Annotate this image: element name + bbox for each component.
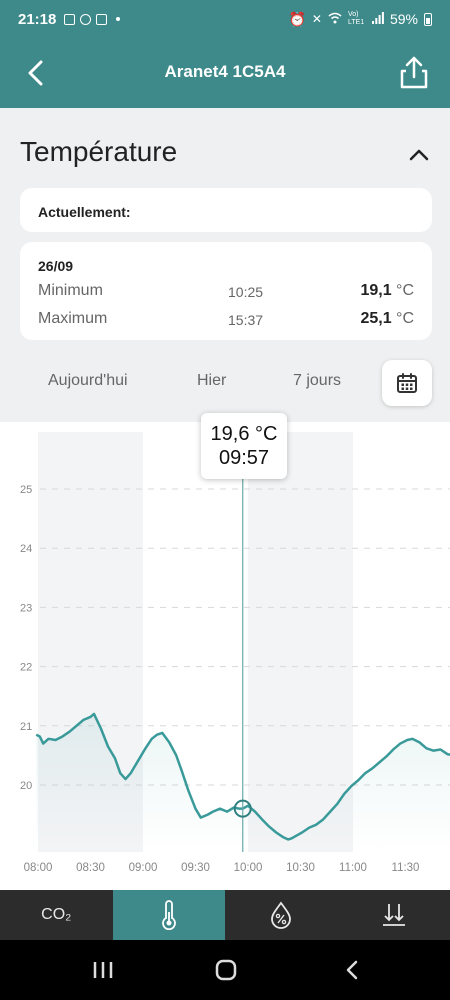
maximum-unit: °C [396, 310, 414, 327]
maximum-row: Maximum 15:37 25,1 °C [38, 310, 414, 332]
gallery-icon [64, 13, 76, 25]
tab-today[interactable]: Aujourd'hui [48, 372, 128, 390]
current-card: Actuellement: [20, 188, 432, 232]
app-header: Aranet4 1C5A4 [0, 38, 450, 108]
status-right: ⏰ ✕ Vo) LTE1 59% [288, 11, 432, 28]
y-tick-label: 24 [20, 543, 32, 555]
tab-temperature[interactable] [112, 890, 225, 940]
system-nav-bar [0, 940, 450, 1000]
x-tick-label: 08:30 [76, 862, 105, 874]
tooltip-time: 09:57 [218, 447, 270, 469]
maximum-time: 15:37 [228, 312, 264, 328]
chart-tooltip: 19,6 °C 09:57 [201, 413, 287, 479]
x-tick-label: 11:30 [392, 862, 420, 874]
temperature-chart[interactable]: 20 21 22 23 24 25 08:00 08:30 09:00 09:30 10:00 10:… [0, 413, 450, 890]
status-time: 21:18 [18, 10, 57, 28]
humidity-icon [271, 901, 292, 929]
battery-percent: 59% [389, 11, 418, 27]
minimum-value: 19,1 °C [360, 282, 414, 300]
back-nav-button[interactable] [340, 958, 366, 982]
alarm-icon: ⏰ [288, 10, 306, 27]
current-label: Actuellement: [38, 204, 131, 220]
stats-date: 26/09 [38, 258, 74, 274]
device-title: Aranet4 1C5A4 [164, 62, 286, 81]
recent-apps-button[interactable] [90, 958, 116, 982]
minimum-label: Minimum [38, 282, 103, 299]
x-tick-label: 09:30 [181, 862, 210, 874]
tab-co2[interactable]: CO₂ [0, 890, 113, 940]
x-tick-label: 09:00 [129, 862, 158, 874]
x-tick-label: 11:00 [339, 862, 367, 874]
range-tabs: Aujourd'hui Hier 7 jours [0, 360, 450, 410]
maximum-number: 25,1 [360, 310, 392, 327]
share-button[interactable] [398, 54, 430, 90]
minimum-time: 10:25 [228, 284, 264, 300]
puzzle-icon [96, 13, 108, 25]
chart-band-1 [248, 432, 353, 852]
signal-icon [371, 11, 384, 27]
tab-yesterday[interactable]: Hier [197, 372, 226, 390]
home-icon [215, 959, 237, 981]
home-button[interactable] [213, 958, 239, 982]
battery-icon [424, 12, 432, 26]
tooltip-value: 19,6 °C [210, 423, 278, 445]
section-title: Température [20, 136, 178, 167]
maximum-label: Maximum [38, 310, 108, 327]
x-tick-label: 10:00 [234, 862, 263, 874]
maximum-value: 25,1 °C [360, 310, 414, 328]
wifi-icon [328, 11, 342, 27]
collapse-button[interactable] [408, 144, 430, 166]
y-tick-label: 22 [20, 662, 32, 674]
calendar-icon [397, 373, 417, 393]
status-bar: 21:18 ⏰ ✕ Vo) LTE1 59% [0, 0, 450, 38]
tab-humidity[interactable] [225, 890, 338, 940]
x-tick-label: 08:00 [24, 862, 53, 874]
summary-panel: Température Actuellement: 26/09 Minimum … [0, 108, 450, 422]
day-stats-card: 26/09 Minimum 10:25 19,1 °C Maximum 15:3… [20, 242, 432, 340]
chevron-up-icon [409, 149, 429, 161]
share-icon [400, 56, 428, 89]
y-tick-label: 21 [20, 721, 32, 733]
network-label: Vo) LTE1 [347, 11, 365, 26]
app-icon [80, 13, 92, 25]
more-notifications-icon [116, 17, 121, 21]
minimum-number: 19,1 [360, 282, 392, 299]
mute-icon: ✕ [311, 12, 322, 26]
back-nav-icon [346, 960, 358, 980]
calendar-button[interactable] [382, 360, 432, 406]
notification-icons [64, 13, 121, 25]
recent-apps-icon [93, 962, 113, 978]
minimum-row: Minimum 10:25 19,1 °C [38, 282, 414, 304]
thermometer-icon [161, 900, 176, 930]
y-tick-label: 20 [20, 780, 32, 792]
bottom-tab-bar: CO₂ [0, 890, 450, 940]
chart-svg[interactable]: 20 21 22 23 24 25 08:00 08:30 09:00 09:30 10:00 10:… [0, 422, 450, 890]
minimum-unit: °C [396, 282, 414, 299]
co2-label: CO₂ [41, 906, 72, 923]
x-tick-label: 10:30 [286, 862, 315, 874]
y-tick-label: 25 [20, 484, 32, 496]
tab-7-days[interactable]: 7 jours [293, 372, 341, 390]
y-tick-label: 23 [20, 602, 32, 614]
tab-pressure[interactable] [338, 890, 450, 940]
pressure-icon [382, 904, 405, 926]
